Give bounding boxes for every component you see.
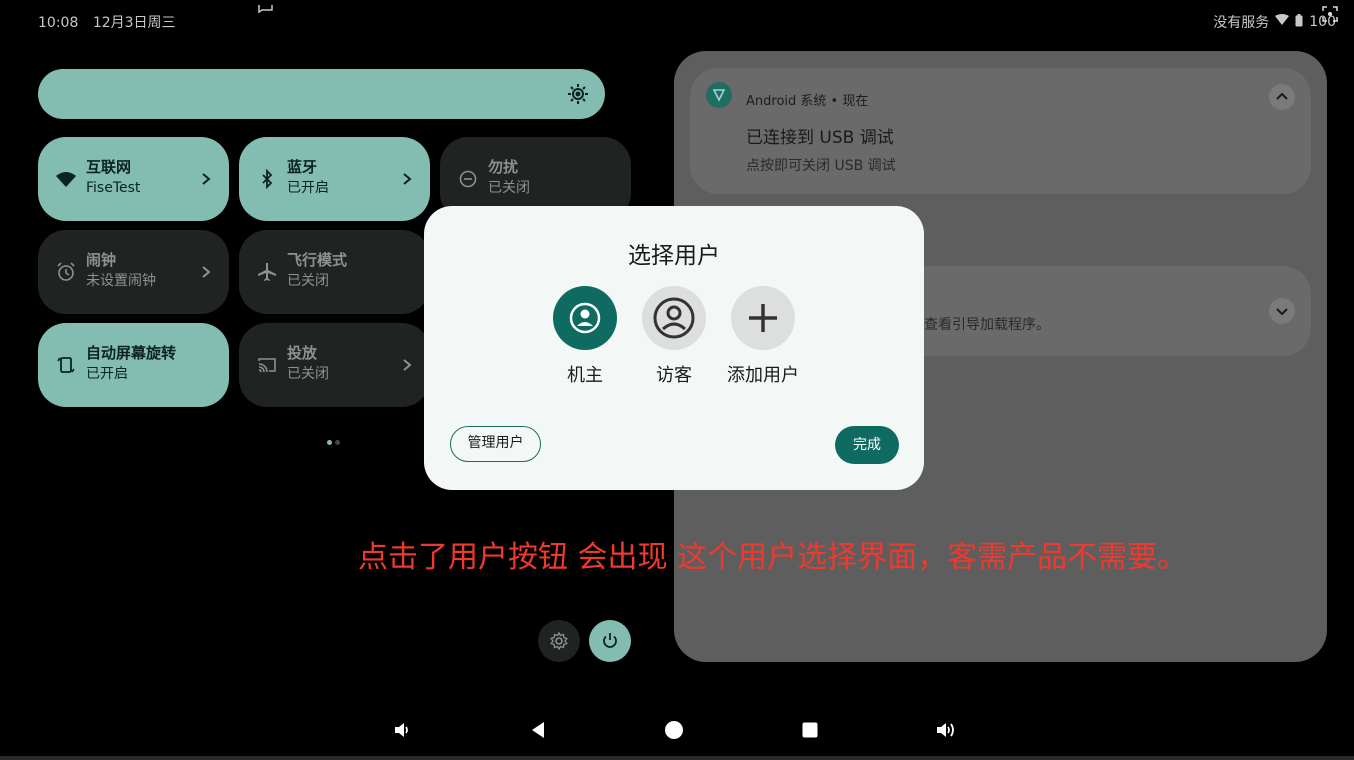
tile-label: 蓝牙 — [287, 158, 318, 176]
status-date: 12月3日周三 — [92, 15, 176, 31]
done-button[interactable]: 完成 — [835, 426, 899, 464]
notification-title: 已连接到 USB 调试 — [746, 128, 894, 148]
tile-airplane[interactable]: 飞行模式 已关闭 — [239, 230, 430, 314]
chevron-right-icon — [202, 266, 211, 278]
tile-bluetooth[interactable]: 蓝牙 已开启 — [239, 137, 430, 221]
add-user-icon — [731, 286, 795, 350]
select-user-dialog: 选择用户 机主 访客 添加用户 管理用户 完成 — [424, 206, 924, 490]
notification-usb-debug[interactable]: Android 系统 • 现在 已连接到 USB 调试 点按即可关闭 USB 调… — [690, 68, 1311, 194]
home-button[interactable] — [662, 718, 686, 742]
add-user-item[interactable]: 添加用户 — [718, 286, 808, 387]
tile-label: 互联网 — [86, 158, 132, 176]
tile-label: 飞行模式 — [287, 251, 348, 269]
volume-up-icon — [937, 723, 954, 737]
user-label: 访客 — [656, 365, 692, 386]
recents-button[interactable] — [798, 718, 822, 742]
navigation-bar — [0, 700, 1354, 760]
page-dot-active — [327, 440, 332, 445]
chevron-right-icon — [403, 173, 412, 185]
bluetooth-icon — [262, 169, 273, 189]
notification-app: Android 系统 • 现在 — [746, 94, 869, 109]
android-system-icon — [706, 82, 732, 108]
tile-status: 已开启 — [287, 180, 329, 196]
chevron-down-icon — [1276, 308, 1288, 316]
dialog-title: 选择用户 — [628, 243, 720, 269]
owner-user-icon — [553, 286, 617, 350]
tile-auto-rotate[interactable]: 自动屏幕旋转 已开启 — [38, 323, 229, 407]
rotate-icon — [57, 357, 75, 373]
tile-status: 已关闭 — [287, 273, 329, 289]
tile-status: 已关闭 — [287, 366, 329, 382]
back-button[interactable] — [526, 718, 550, 742]
status-time: 10:08 — [38, 15, 79, 31]
notification-text: 查看引导加载程序。 — [924, 317, 1050, 333]
settings-button[interactable] — [538, 620, 580, 662]
bottom-divider — [0, 756, 1354, 760]
annotation-text: 点击了用户按钮 会出现 这个用户选择界面，客需产品不需要。 — [358, 540, 1188, 575]
page-indicator — [327, 430, 343, 449]
home-icon — [665, 721, 683, 739]
chevron-right-icon — [403, 359, 412, 371]
tile-status: 已关闭 — [488, 180, 530, 196]
status-bar-right: 没有服务 100 — [1213, 12, 1336, 32]
tile-internet[interactable]: 互联网 FiseTest — [38, 137, 229, 221]
cast-icon — [258, 358, 276, 373]
signal-icon — [1275, 14, 1290, 30]
recents-icon — [802, 722, 818, 738]
wifi-icon — [56, 172, 76, 187]
volume-down-icon — [395, 723, 408, 737]
tile-label: 勿扰 — [488, 158, 519, 176]
tile-label: 投放 — [287, 344, 318, 362]
alarm-icon — [57, 262, 75, 281]
user-label: 机主 — [567, 365, 603, 386]
chevron-up-icon — [1276, 92, 1288, 100]
user-guest[interactable]: 访客 — [629, 286, 719, 387]
user-owner[interactable]: 机主 — [540, 286, 630, 387]
gear-icon — [550, 632, 568, 650]
power-button[interactable] — [589, 620, 631, 662]
collapse-button[interactable] — [1269, 84, 1295, 110]
dnd-icon — [459, 170, 477, 188]
tile-label: 闹钟 — [86, 251, 117, 269]
volume-up-button[interactable] — [934, 718, 958, 742]
back-icon — [532, 722, 544, 738]
status-bar-left: 10:08 12月3日周三 — [38, 12, 186, 32]
brightness-slider[interactable] — [38, 69, 605, 119]
screenshot-icon[interactable] — [1322, 6, 1338, 26]
tile-alarm[interactable]: 闹钟 未设置闹钟 — [38, 230, 229, 314]
notification-bubble-icon — [258, 0, 274, 19]
battery-icon — [1295, 13, 1303, 31]
page-dot — [335, 440, 340, 445]
manage-users-button[interactable]: 管理用户 — [450, 426, 541, 462]
expand-button[interactable] — [1269, 298, 1295, 324]
airplane-icon — [258, 263, 276, 281]
notification-text: 点按即可关闭 USB 调试 — [746, 158, 896, 174]
power-icon — [603, 633, 617, 648]
brightness-icon — [568, 84, 588, 104]
guest-user-icon — [642, 286, 706, 350]
tile-status: 已开启 — [86, 366, 128, 382]
tile-status: 未设置闹钟 — [86, 273, 156, 289]
user-label: 添加用户 — [727, 365, 799, 386]
tile-label: 自动屏幕旋转 — [86, 344, 177, 362]
carrier-text: 没有服务 — [1213, 15, 1270, 31]
volume-down-button[interactable] — [390, 718, 414, 742]
chevron-right-icon — [202, 173, 211, 185]
tile-status: FiseTest — [86, 180, 141, 196]
tile-cast[interactable]: 投放 已关闭 — [239, 323, 430, 407]
